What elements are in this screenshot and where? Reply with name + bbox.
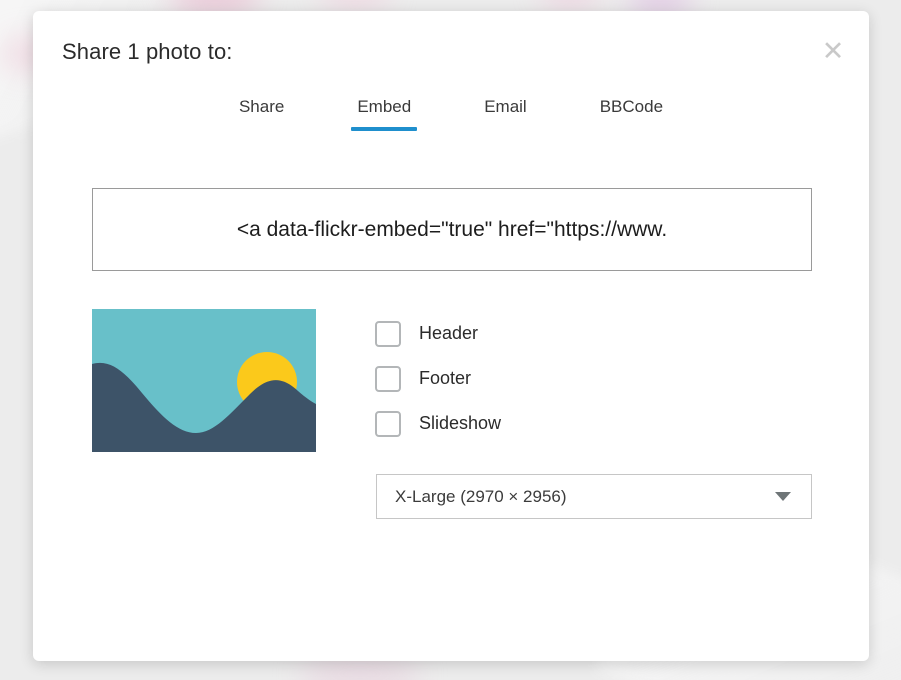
checkbox-label-slideshow: Slideshow <box>419 413 502 433</box>
embed-options-group: Header Footer Slideshow <box>375 311 501 446</box>
share-dialog: Share 1 photo to: ✕ Share Embed Email BB… <box>33 11 869 661</box>
size-select-value: X-Large (2970 × 2956) <box>395 486 567 506</box>
close-icon[interactable]: ✕ <box>815 33 851 69</box>
checkbox-label-footer: Footer <box>419 368 472 388</box>
tab-embed[interactable]: Embed <box>351 93 418 131</box>
checkbox-footer[interactable] <box>375 365 401 392</box>
tab-email[interactable]: Email <box>478 93 533 131</box>
checkbox-label-header: Header <box>419 323 479 343</box>
size-select[interactable]: X-Large (2970 × 2956) <box>376 474 812 519</box>
page-title: Share 1 photo to: <box>62 39 233 64</box>
photo-thumbnail <box>92 309 316 452</box>
checkbox-header[interactable] <box>375 320 401 347</box>
checkbox-row-header[interactable]: Header <box>375 311 501 356</box>
checkbox-row-slideshow[interactable]: Slideshow <box>375 401 501 446</box>
background-blob <box>540 0 600 10</box>
tab-bar: Share Embed Email BBCode <box>33 93 869 131</box>
embed-code-input[interactable]: <a data-flickr-embed="true" href="https:… <box>92 188 812 271</box>
chevron-down-icon[interactable] <box>775 492 791 501</box>
checkbox-row-footer[interactable]: Footer <box>375 356 501 401</box>
embed-code-text: <a data-flickr-embed="true" href="https:… <box>236 217 668 241</box>
tab-share[interactable]: Share <box>233 93 290 131</box>
tab-bbcode[interactable]: BBCode <box>594 93 669 131</box>
checkbox-slideshow[interactable] <box>375 410 401 437</box>
